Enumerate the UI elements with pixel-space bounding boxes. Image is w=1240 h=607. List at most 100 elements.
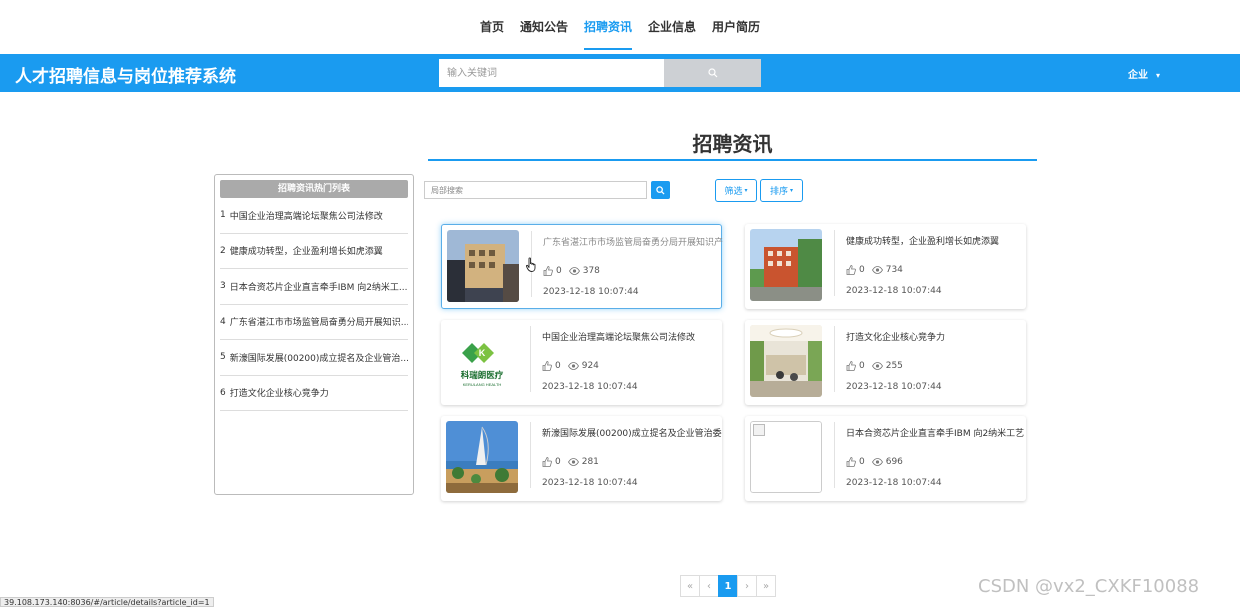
hot-list-item[interactable]: 3 日本合资芯片企业直言牵手IBM 向2纳米工... — [220, 269, 408, 305]
sort-label: 排序 — [769, 187, 788, 197]
article-date: 2023-12-18 10:07:44 — [542, 382, 638, 392]
article-date: 2023-12-18 10:07:44 — [846, 478, 942, 488]
hot-list-item[interactable]: 1 中国企业治理高端论坛聚焦公司法修改 — [220, 198, 408, 234]
article-card[interactable]: 新濠国际发展(00200)成立提名及企业管治委员会 0 281 2023-12-… — [441, 416, 722, 501]
hot-list-item[interactable]: 4 广东省湛江市市场监管局奋勇分局开展知识... — [220, 305, 408, 340]
search-input[interactable] — [439, 59, 664, 87]
local-search-input[interactable] — [424, 181, 647, 199]
like-count: 0 — [555, 361, 561, 371]
broken-image-icon — [750, 421, 822, 493]
hot-list-item[interactable]: 2 健康成功转型，企业盈利增长如虎添翼 — [220, 234, 408, 269]
article-title[interactable]: 新濠国际发展(00200)成立提名及企业管治委员会 — [542, 426, 722, 439]
eye-icon — [871, 266, 883, 274]
like-count: 0 — [859, 265, 865, 275]
card-divider — [530, 422, 531, 488]
hot-item-text: 中国企业治理高端论坛聚焦公司法修改 — [229, 211, 383, 222]
article-card[interactable]: 打造文化企业核心竞争力 0 255 2023-12-18 10:07:44 — [745, 320, 1026, 405]
page-title: 招聘资讯 — [692, 132, 773, 156]
page: 首页 通知公告 招聘资讯 企业信息 用户简历 人才招聘信息与岗位推荐系统 企业 ▾… — [0, 0, 1240, 607]
filter-dropdown[interactable]: 筛选 ▾ — [715, 179, 757, 202]
article-title[interactable]: 健康成功转型，企业盈利增长如虎添翼 — [846, 234, 1026, 247]
article-stats: 0 378 — [543, 266, 607, 276]
logo-subtext: KERULANG HEALTH — [463, 382, 502, 387]
logo-text: 科瑞朗医疗 — [461, 370, 504, 381]
article-stats: 0 281 — [542, 457, 606, 467]
article-card[interactable]: 日本合资芯片企业直言牵手IBM 向2纳米工艺 0 696 2023-12-18 … — [745, 416, 1026, 501]
site-title: 人才招聘信息与岗位推荐系统 — [15, 67, 236, 87]
view-count: 734 — [885, 265, 903, 275]
article-title[interactable]: 日本合资芯片企业直言牵手IBM 向2纳米工艺 — [846, 426, 1026, 439]
article-thumbnail: K 科瑞朗医疗 KERULANG HEALTH — [446, 325, 518, 397]
hot-item-number: 2 — [220, 245, 226, 256]
article-date: 2023-12-18 10:07:44 — [846, 382, 942, 392]
article-thumbnail — [446, 421, 518, 493]
article-thumbnail — [750, 229, 822, 301]
article-card[interactable]: K 科瑞朗医疗 KERULANG HEALTH 中国企业治理高端论坛聚焦公司法修… — [441, 320, 722, 405]
like-count: 0 — [555, 457, 561, 467]
next-page-button[interactable]: › — [737, 575, 757, 597]
hot-item-text: 广东省湛江市市场监管局奋勇分局开展知识... — [229, 318, 408, 329]
article-date: 2023-12-18 10:07:44 — [542, 478, 638, 488]
nav-notices[interactable]: 通知公告 — [512, 0, 576, 54]
current-page-button[interactable]: 1 — [718, 575, 738, 597]
hand-cursor-icon — [526, 257, 536, 272]
article-date: 2023-12-18 10:07:44 — [543, 287, 639, 297]
hot-item-text: 新濠国际发展(00200)成立提名及企业管治... — [229, 353, 408, 364]
thumbs-up-icon — [846, 457, 856, 467]
article-title[interactable]: 广东省湛江市市场监管局奋勇分局开展知识产权 — [543, 235, 723, 248]
chevron-down-icon: ▾ — [1156, 71, 1161, 80]
article-date: 2023-12-18 10:07:44 — [846, 286, 942, 296]
eye-icon — [871, 458, 883, 466]
like-count: 0 — [859, 457, 865, 467]
article-stats: 0 924 — [542, 361, 606, 371]
hot-item-number: 5 — [220, 352, 226, 363]
hot-item-text: 健康成功转型，企业盈利增长如虎添翼 — [229, 247, 383, 258]
nav-resumes[interactable]: 用户简历 — [704, 0, 768, 54]
eye-icon — [871, 362, 883, 370]
header-bar: 人才招聘信息与岗位推荐系统 企业 ▾ — [0, 54, 1240, 92]
hot-item-number: 1 — [220, 210, 226, 221]
chevron-down-icon: ▾ — [790, 187, 794, 194]
thumbs-up-icon — [542, 361, 552, 371]
article-title[interactable]: 打造文化企业核心竞争力 — [846, 330, 1026, 343]
hot-item-number: 3 — [220, 281, 226, 292]
article-card[interactable]: 健康成功转型，企业盈利增长如虎添翼 0 734 2023-12-18 10:07… — [745, 224, 1026, 309]
search-icon — [656, 185, 665, 195]
top-nav: 首页 通知公告 招聘资讯 企业信息 用户简历 — [0, 0, 1240, 54]
last-page-button[interactable]: » — [756, 575, 776, 597]
nav-home[interactable]: 首页 — [472, 0, 512, 54]
company-logo: K 科瑞朗医疗 KERULANG HEALTH — [446, 325, 518, 397]
article-stats: 0 696 — [846, 457, 910, 467]
nav-recruit-news[interactable]: 招聘资讯 — [576, 0, 640, 54]
status-bar-url: 39.108.173.140:8036/#/article/details?ar… — [0, 597, 214, 607]
sort-dropdown[interactable]: 排序 ▾ — [760, 179, 803, 202]
hot-list-item[interactable]: 5 新濠国际发展(00200)成立提名及企业管治... — [220, 340, 408, 376]
view-count: 696 — [885, 457, 903, 467]
like-count: 0 — [556, 266, 562, 276]
card-divider — [530, 326, 531, 392]
view-count: 924 — [581, 361, 599, 371]
chevron-down-icon: ▾ — [744, 187, 748, 194]
user-label: 企业 — [1128, 70, 1148, 81]
article-thumbnail — [447, 230, 519, 302]
hot-list-item[interactable]: 6 打造文化企业核心竞争力 — [220, 376, 408, 411]
nav-companies[interactable]: 企业信息 — [640, 0, 704, 54]
local-search-button[interactable] — [651, 181, 670, 199]
view-count: 255 — [885, 361, 903, 371]
article-title[interactable]: 中国企业治理高端论坛聚焦公司法修改 — [542, 330, 722, 343]
thumbs-up-icon — [846, 361, 856, 371]
article-stats: 0 734 — [846, 265, 910, 275]
first-page-button[interactable]: « — [680, 575, 700, 597]
view-count: 378 — [582, 266, 600, 276]
eye-icon — [567, 362, 579, 370]
card-divider — [834, 326, 835, 392]
eye-icon — [567, 458, 579, 466]
thumbs-up-icon — [543, 266, 553, 276]
search-button[interactable] — [664, 59, 761, 87]
hot-item-text: 日本合资芯片企业直言牵手IBM 向2纳米工... — [229, 282, 408, 293]
article-thumbnail — [750, 325, 822, 397]
user-menu[interactable]: 企业 ▾ — [1128, 66, 1160, 81]
hot-list-panel: 招聘资讯热门列表 1 中国企业治理高端论坛聚焦公司法修改 2 健康成功转型，企业盈利… — [214, 174, 414, 495]
prev-page-button[interactable]: ‹ — [699, 575, 719, 597]
article-card[interactable]: 广东省湛江市市场监管局奋勇分局开展知识产权 0 378 2023-12-18 1… — [441, 224, 723, 309]
